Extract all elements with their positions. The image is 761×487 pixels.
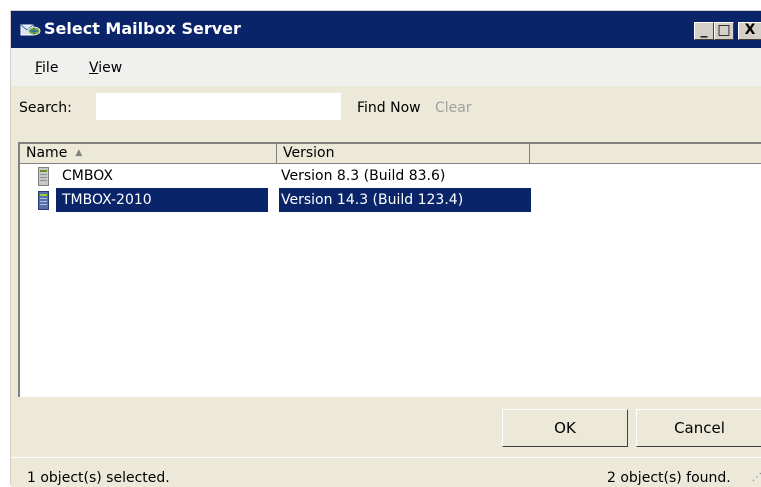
cancel-button[interactable]: Cancel [636,409,761,447]
resize-grip-icon[interactable]: ⋰ [752,472,761,483]
menu-file-label: ile [42,60,59,76]
status-bar: 1 object(s) selected. 2 object(s) found.… [11,457,761,487]
ok-button[interactable]: OK [502,409,628,447]
close-icon: X [744,22,756,38]
column-header-version[interactable]: Version [277,144,530,164]
menu-view-label: iew [98,60,123,76]
mailbox-server-icon [20,24,41,36]
status-selected-count: 1 object(s) selected. [27,470,170,486]
window-title: Select Mailbox Server [44,19,241,38]
server-icon [38,191,49,210]
column-header-name-label: Name [26,145,68,161]
column-header-empty[interactable] [530,144,761,164]
ok-button-label: OK [554,419,576,437]
close-button[interactable]: X [738,22,761,40]
server-name: TMBOX-2010 [56,188,268,212]
menu-view[interactable]: View [89,60,122,76]
maximize-button[interactable]: □ [714,22,734,40]
server-icon [38,167,49,186]
menu-view-accel: V [89,60,99,76]
server-version: Version 8.3 (Build 83.6) [281,168,446,184]
table-row[interactable]: CMBOX Version 8.3 (Build 83.6) [20,164,761,188]
server-version: Version 14.3 (Build 123.4) [279,188,531,212]
title-bar[interactable]: Select Mailbox Server _ □ X [11,11,761,48]
find-now-button[interactable]: Find Now [357,100,421,116]
status-found-count: 2 object(s) found. [607,470,731,486]
search-label: Search: [19,100,72,116]
table-row-selected[interactable]: TMBOX-2010 Version 14.3 (Build 123.4) [20,188,761,212]
cancel-button-label: Cancel [674,419,725,437]
menu-file-accel: F [35,60,43,76]
clear-button[interactable]: Clear [435,100,472,116]
menu-bar: File View [11,48,761,86]
menu-file[interactable]: File [35,60,58,76]
server-list[interactable]: Name ▲ Version CMBOX Version 8.3 (Build 8… [18,142,761,397]
minimize-button[interactable]: _ [694,22,714,40]
column-header-version-label: Version [283,145,335,161]
sort-ascending-icon: ▲ [75,148,83,158]
select-mailbox-server-dialog: Select Mailbox Server _ □ X File View Se… [10,10,761,487]
column-headers: Name ▲ Version [20,144,761,164]
server-name: CMBOX [62,168,113,184]
search-input[interactable] [96,93,341,120]
minimize-icon: _ [700,22,708,38]
search-bar: Search: Find Now Clear [11,86,761,142]
column-header-name[interactable]: Name ▲ [20,144,277,164]
maximize-icon: □ [717,22,731,38]
